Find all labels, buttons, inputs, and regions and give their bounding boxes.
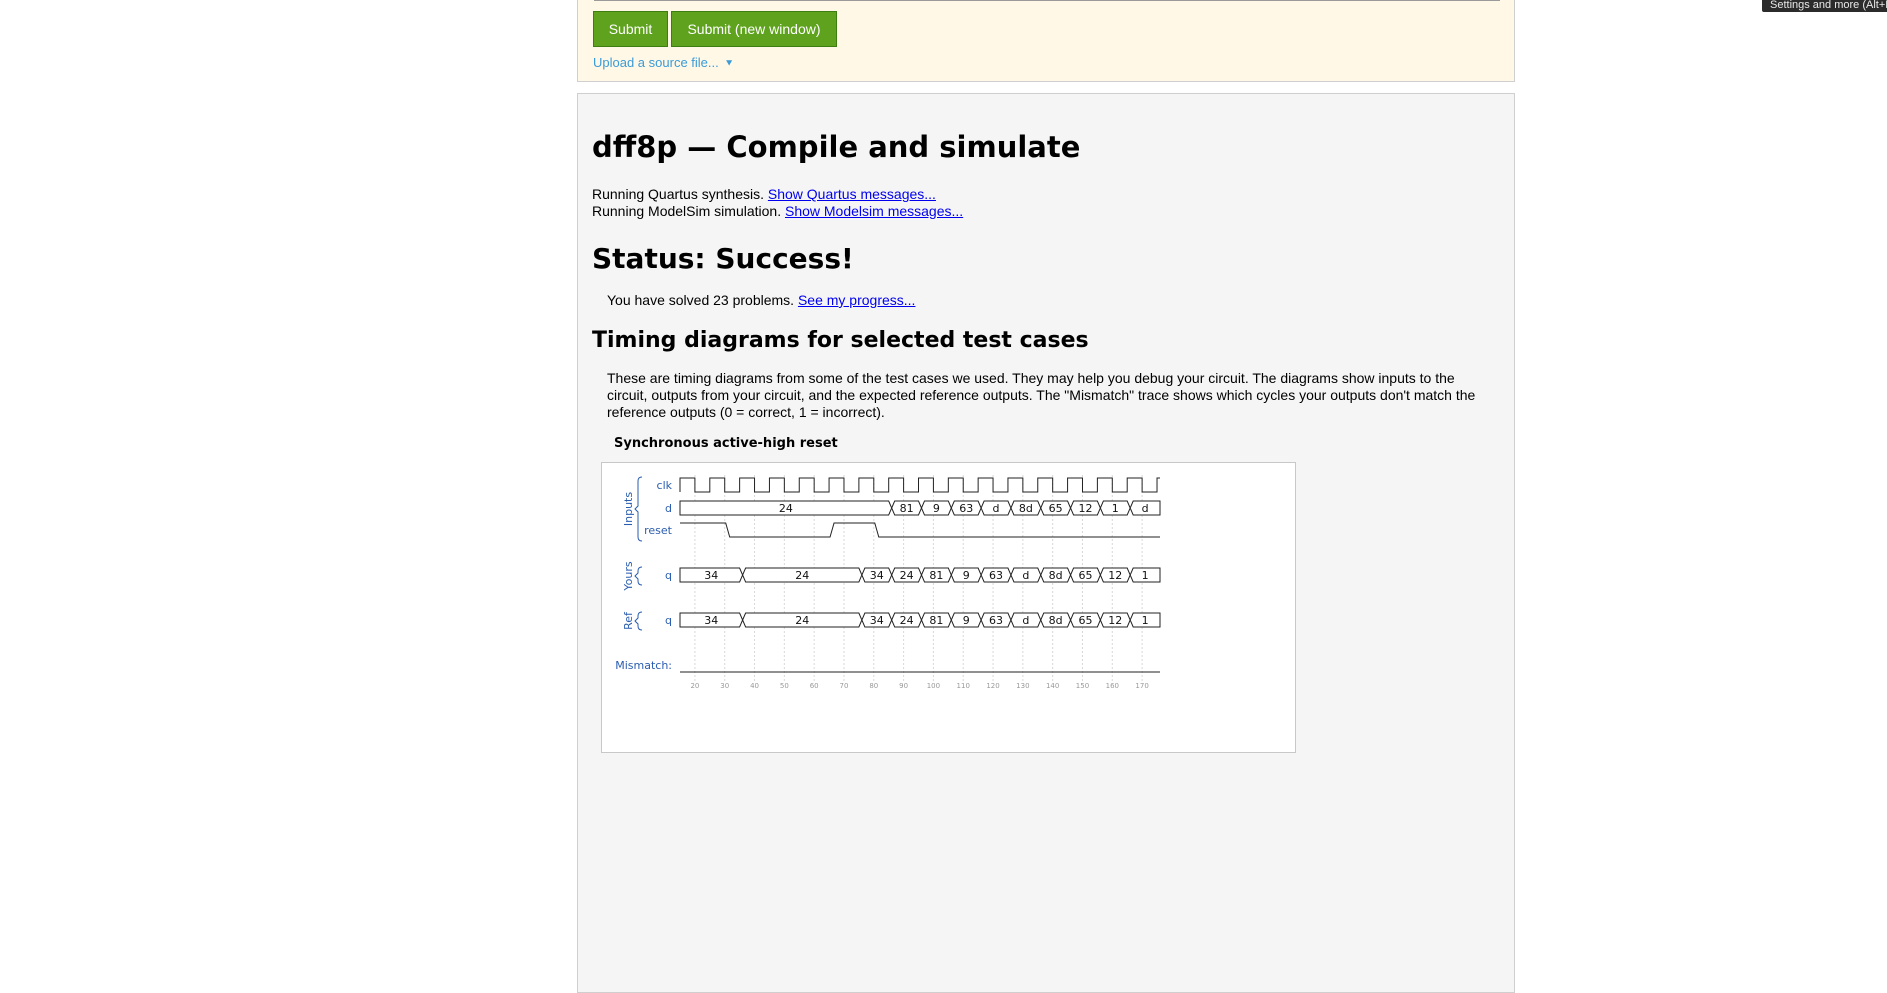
d-bus-value: d (1142, 502, 1149, 515)
d-bus-value: 8d (1019, 502, 1033, 515)
quartus-status-text: Running Quartus synthesis. (592, 186, 764, 202)
see-progress-link[interactable]: See my progress... (798, 292, 916, 308)
d-bus-value: 65 (1049, 502, 1063, 515)
yours-q-bus-value: 65 (1078, 569, 1092, 582)
group-label-inputs: Inputs (622, 492, 635, 526)
yours-q-bus-value: 12 (1108, 569, 1122, 582)
ref-q-bus-value: 8d (1049, 614, 1063, 627)
upload-source-label: Upload a source file... (593, 55, 719, 70)
yours-q-bus-value: 34 (704, 569, 718, 582)
ref-q-bus-value: 34 (704, 614, 718, 627)
page-title: dff8p — Compile and simulate (592, 130, 1081, 164)
group-label-yours: Yours (622, 561, 635, 591)
submit-button[interactable]: Submit (593, 11, 668, 47)
show-modelsim-messages-link[interactable]: Show Modelsim messages... (785, 203, 963, 219)
d-bus-value: 1 (1112, 502, 1119, 515)
ref-q-bus-value: 34 (870, 614, 884, 627)
d-bus-value: 9 (933, 502, 940, 515)
x-tick-label: 30 (720, 682, 729, 690)
clk-trace (679, 477, 1160, 493)
show-quartus-messages-link[interactable]: Show Quartus messages... (768, 186, 936, 202)
timing-diagram-svg: clk d reset q q Mismatch: Inputs Yours Ref 24 81 9… (615, 475, 1161, 690)
x-tick-label: 140 (1046, 682, 1059, 690)
d-bus-value: d (993, 502, 1000, 515)
x-tick-label: 90 (899, 682, 908, 690)
browser-menu-tooltip: Settings and more (Alt+F) (1762, 0, 1887, 12)
ref-q-bus-value: 81 (929, 614, 943, 627)
x-tick-label: 60 (810, 682, 819, 690)
code-editor-bottom-edge[interactable] (594, 0, 1500, 1)
timing-explanation: These are timing diagrams from some of t… (607, 370, 1476, 420)
x-tick-label: 160 (1106, 682, 1119, 690)
signal-label-mismatch: Mismatch: (615, 659, 672, 672)
solved-line: You have solved 23 problems. See my prog… (607, 292, 915, 308)
quartus-status-line: Running Quartus synthesis. Show Quartus … (592, 186, 936, 202)
x-tick-label: 130 (1016, 682, 1029, 690)
x-tick-label: 20 (690, 682, 699, 690)
signal-label-clk: clk (657, 479, 673, 492)
signal-label-yours-q: q (665, 569, 672, 582)
yours-q-bus-value: 8d (1049, 569, 1063, 582)
yours-q-bus-value: 24 (900, 569, 914, 582)
d-bus-value: 81 (900, 502, 914, 515)
solved-text: You have solved 23 problems. (607, 292, 795, 308)
x-tick-label: 50 (780, 682, 789, 690)
yours-q-bus-value: 34 (870, 569, 884, 582)
x-tick-label: 120 (986, 682, 999, 690)
figure-title: Synchronous active-high reset (614, 436, 838, 451)
yours-q-bus-value: 63 (989, 569, 1003, 582)
d-bus-value: 63 (959, 502, 973, 515)
submit-panel: Submit Submit (new window) Upload a sour… (577, 0, 1515, 82)
ref-q-bus-value: 1 (1142, 614, 1149, 627)
result-panel: dff8p — Compile and simulate Running Qua… (577, 93, 1515, 993)
timing-diagrams-heading: Timing diagrams for selected test cases (592, 328, 1089, 353)
d-bus-value: 24 (779, 502, 793, 515)
ref-q-bus-value: 24 (795, 614, 809, 627)
group-label-yours-brace (634, 566, 643, 586)
d-bus-value: 12 (1078, 502, 1092, 515)
yours-q-bus-value: d (1022, 569, 1029, 582)
upload-source-link[interactable]: Upload a source file... ⯆ (593, 55, 734, 71)
ref-q-bus-value: 65 (1078, 614, 1092, 627)
ref-q-bus-value: 9 (963, 614, 970, 627)
group-label-ref: Ref (622, 611, 635, 630)
double-chevron-down-icon: ⯆ (724, 58, 734, 70)
timing-diagram: clk d reset q q Mismatch: Inputs Yours Ref 24 81 9… (601, 462, 1296, 753)
ref-q-bus-value: 12 (1108, 614, 1122, 627)
signal-label-ref-q: q (665, 614, 672, 627)
group-label-inputs-brace (634, 476, 643, 542)
yours-q-bus-value: 9 (963, 569, 970, 582)
yours-q-bus-value: 81 (929, 569, 943, 582)
ref-q-bus-value: d (1022, 614, 1029, 627)
x-tick-label: 170 (1135, 682, 1148, 690)
x-tick-label: 80 (869, 682, 878, 690)
ref-q-bus-value: 24 (900, 614, 914, 627)
x-tick-label: 100 (927, 682, 940, 690)
status-heading: Status: Success! (592, 242, 854, 275)
x-tick-label: 70 (840, 682, 849, 690)
group-label-ref-brace (634, 611, 643, 631)
reset-trace (680, 522, 1160, 538)
x-tick-label: 150 (1076, 682, 1089, 690)
x-tick-label: 40 (750, 682, 759, 690)
modelsim-status-line: Running ModelSim simulation. Show Models… (592, 203, 963, 219)
signal-label-reset: reset (644, 524, 673, 537)
ref-q-bus-value: 63 (989, 614, 1003, 627)
modelsim-status-text: Running ModelSim simulation. (592, 203, 782, 219)
yours-q-bus-value: 1 (1142, 569, 1149, 582)
yours-q-bus-value: 24 (795, 569, 809, 582)
submit-new-window-button[interactable]: Submit (new window) (671, 11, 837, 47)
x-tick-label: 110 (957, 682, 970, 690)
signal-label-d: d (665, 502, 672, 515)
